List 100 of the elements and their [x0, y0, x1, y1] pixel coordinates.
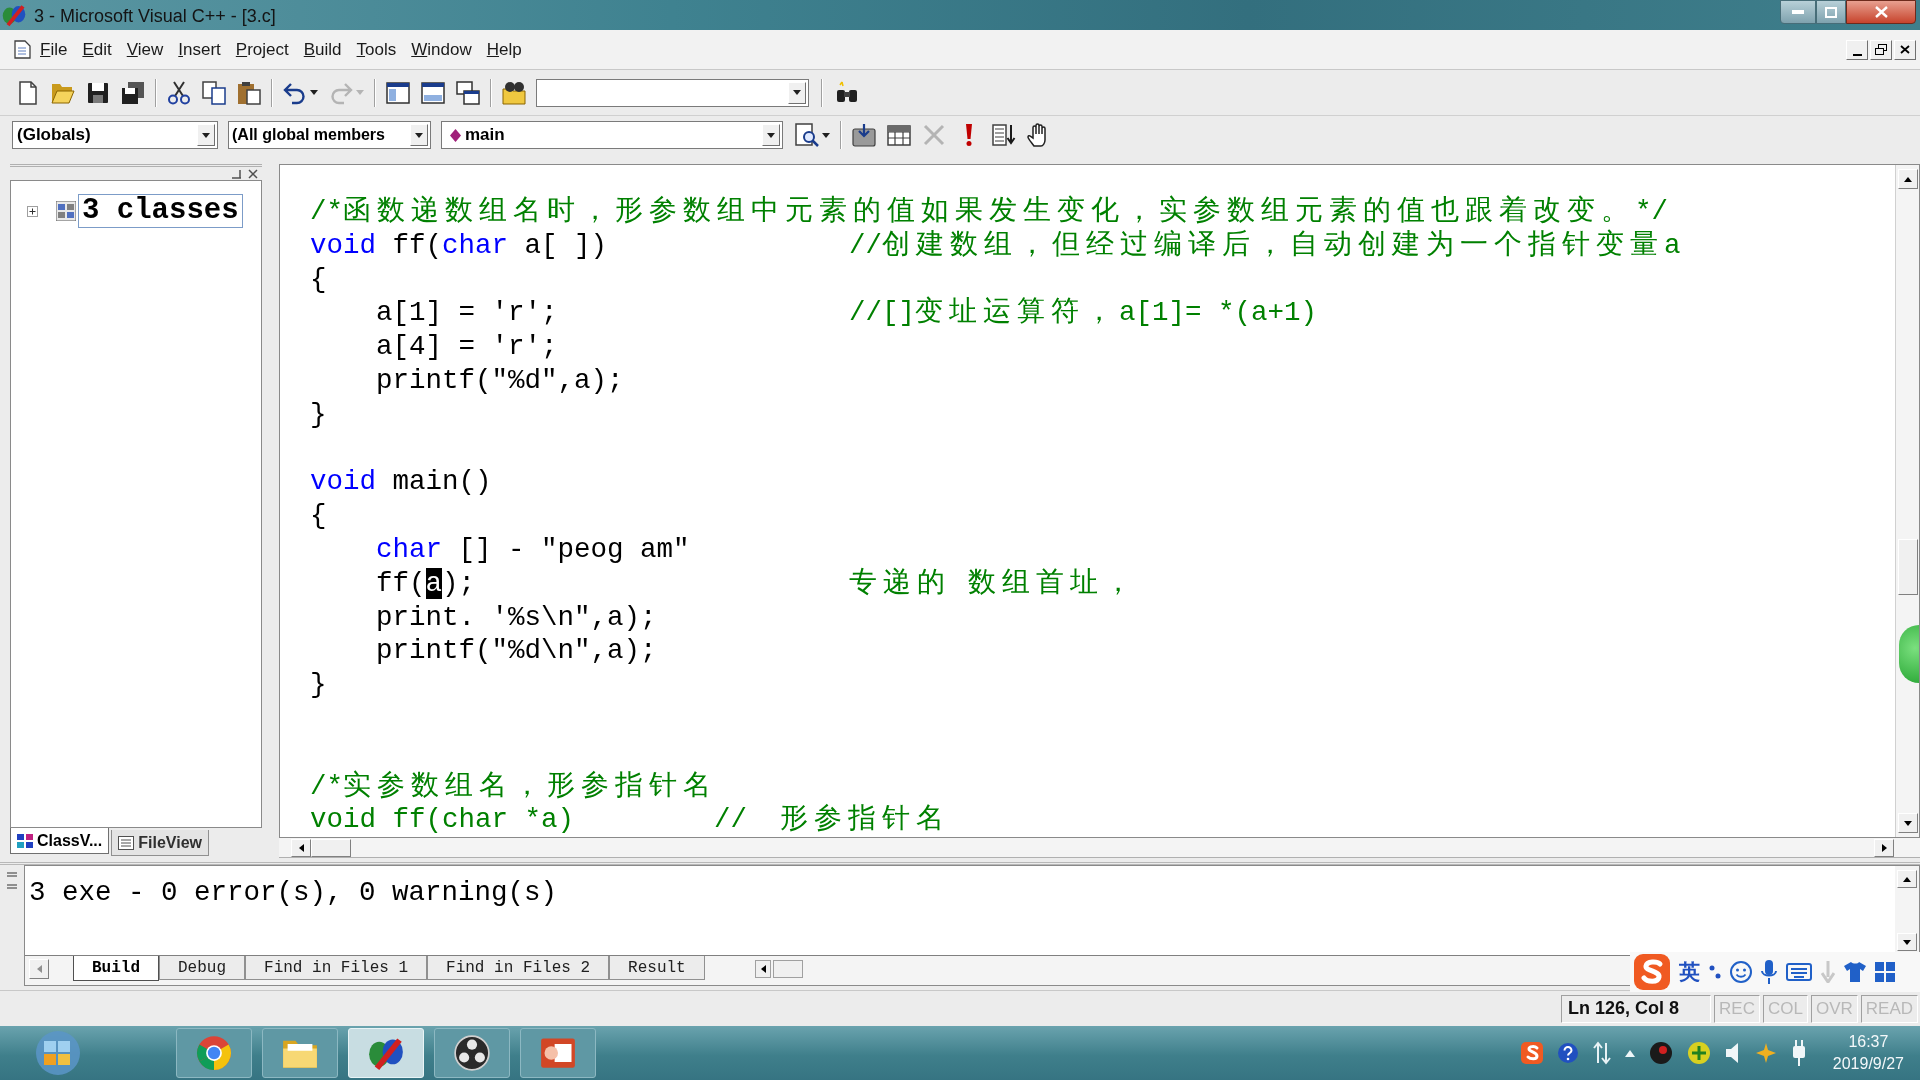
list-arrow-icon[interactable] — [992, 123, 1016, 147]
up-down-arrows-icon[interactable] — [1592, 1041, 1611, 1065]
maximize-icon — [1825, 6, 1837, 18]
binoculars-folder-icon[interactable] — [502, 80, 526, 105]
code-line: } — [310, 668, 327, 702]
table-icon[interactable] — [887, 123, 911, 147]
help-icon[interactable] — [1556, 1042, 1579, 1064]
scroll-down-button[interactable] — [1897, 933, 1917, 951]
window-title: 3 - Microsoft Visual C++ - [3.c] — [34, 5, 276, 28]
smiley-icon[interactable] — [1730, 961, 1752, 983]
filter-combo[interactable]: (All global members — [228, 121, 431, 149]
output-tab[interactable]: Find in Files 1 — [245, 956, 428, 980]
triangle-left-icon — [36, 965, 42, 973]
maximize-button[interactable] — [1816, 0, 1846, 24]
browser-logo-icon — [196, 1035, 232, 1071]
code-line: a[1] = 'r'; — [376, 297, 558, 329]
grid-icon[interactable] — [1875, 962, 1895, 982]
menu-item[interactable]: Help — [485, 36, 523, 63]
speaker-icon[interactable] — [1724, 1042, 1741, 1064]
dropdown-button[interactable] — [410, 124, 428, 146]
ime-logo-icon[interactable] — [1634, 954, 1670, 990]
close-icon[interactable] — [248, 168, 258, 179]
plug-icon[interactable] — [1790, 1040, 1807, 1066]
menu-item[interactable]: Window — [410, 36, 473, 63]
document-icon[interactable] — [14, 40, 31, 59]
corner-icon[interactable] — [231, 168, 242, 179]
shirt-icon[interactable] — [1844, 962, 1866, 982]
scroll-left-button[interactable] — [291, 838, 311, 857]
code-line: void ff(char *a) — [310, 804, 575, 836]
output-tab[interactable]: Result — [609, 956, 705, 980]
output-tab[interactable]: Find in Files 2 — [427, 956, 610, 980]
copy-icon[interactable] — [202, 80, 226, 105]
blank-page-icon[interactable] — [16, 80, 40, 105]
tab-scroll-left-button[interactable] — [755, 960, 771, 978]
recorder-logo-icon — [454, 1035, 490, 1071]
binoculars-icon[interactable] — [835, 80, 859, 105]
dropdown-button[interactable] — [762, 124, 780, 146]
scissors-icon[interactable] — [167, 80, 191, 105]
close-button[interactable] — [1846, 0, 1916, 24]
code-comment: // 形参指针名 — [714, 803, 950, 837]
menu-item[interactable]: Project — [234, 36, 290, 63]
class-combo[interactable]: (Globals) — [12, 121, 218, 149]
horizontal-scrollbar[interactable] — [279, 838, 1920, 858]
tab-scroll-track[interactable] — [773, 960, 803, 978]
window-panel-icon[interactable] — [421, 80, 445, 105]
restore-button[interactable] — [1870, 39, 1892, 60]
disc-icon[interactable] — [1648, 1041, 1673, 1065]
triangle-right-icon — [1881, 843, 1887, 852]
vertical-scrollbar[interactable] — [1895, 165, 1919, 837]
menu-item[interactable]: File — [39, 36, 69, 63]
page-magnifier-icon[interactable] — [795, 123, 819, 147]
expander-plus-icon[interactable] — [27, 205, 38, 217]
menu-item[interactable]: View — [125, 36, 165, 63]
vertical-scrollbar[interactable] — [1895, 866, 1919, 955]
dropdown-button[interactable] — [197, 124, 215, 146]
floppy-disks-icon[interactable] — [121, 80, 145, 105]
find-combo-field[interactable] — [536, 78, 809, 107]
menu-item[interactable]: Build — [302, 36, 343, 63]
ime-logo-icon[interactable] — [1520, 1042, 1543, 1064]
stacked-windows-icon[interactable] — [456, 80, 480, 105]
output-tab[interactable]: Debug — [159, 956, 246, 980]
caret-icon[interactable] — [822, 132, 830, 138]
caret-icon[interactable] — [310, 90, 318, 95]
code-line: /*实参数组名，形参指针名 — [310, 769, 717, 804]
ime-mode-toggle[interactable]: 英 — [1679, 960, 1700, 984]
dropdown-button[interactable] — [788, 81, 806, 104]
workspace-tab[interactable]: FileView — [111, 830, 209, 856]
tray-arrow-icon[interactable] — [852, 123, 876, 147]
workspace-tab[interactable]: ClassV... — [10, 828, 110, 854]
minimize-icon — [1852, 53, 1862, 56]
code-line: char [] - "peog am" — [376, 532, 690, 567]
clipboard-icon[interactable] — [237, 80, 261, 105]
keyboard-icon[interactable] — [1786, 963, 1812, 981]
cursor-position-text: Ln 126, Col 8 — [1561, 994, 1712, 1023]
menu-item[interactable]: Insert — [177, 36, 222, 63]
code-line: void ff(char a[ ]) — [310, 229, 608, 261]
menu-item[interactable]: Edit — [81, 36, 113, 63]
scroll-thumb[interactable] — [311, 838, 351, 857]
code-line: { — [310, 262, 327, 297]
code-comment: //[]变址运算符，a[1]= *(a+1) — [849, 296, 1318, 331]
member-combo[interactable]: main — [441, 121, 783, 149]
app-logo-icon — [2, 3, 26, 27]
dots-icon[interactable] — [1709, 965, 1721, 979]
tree-item[interactable]: 3 classes — [78, 194, 243, 228]
triangle-up-icon[interactable] — [1624, 1049, 1635, 1057]
taskbar-button[interactable] — [434, 1028, 510, 1078]
scroll-up-button[interactable] — [1897, 169, 1918, 189]
output-tab[interactable]: Build — [73, 956, 159, 981]
microphone-icon[interactable] — [1761, 960, 1777, 984]
scroll-right-button[interactable] — [1874, 838, 1894, 857]
scroll-down-button[interactable] — [1897, 813, 1918, 833]
window-panel-icon[interactable] — [386, 80, 410, 105]
code-line: ff(a); — [376, 567, 476, 599]
scroll-thumb[interactable] — [1897, 539, 1918, 595]
scroll-up-button[interactable] — [1897, 870, 1917, 888]
menu-item[interactable]: Tools — [355, 36, 398, 63]
file-list-icon — [118, 835, 135, 850]
plus-disc-icon[interactable] — [1686, 1041, 1711, 1065]
squares-grid-icon — [17, 833, 33, 848]
undo-arrow-icon[interactable] — [283, 80, 307, 105]
